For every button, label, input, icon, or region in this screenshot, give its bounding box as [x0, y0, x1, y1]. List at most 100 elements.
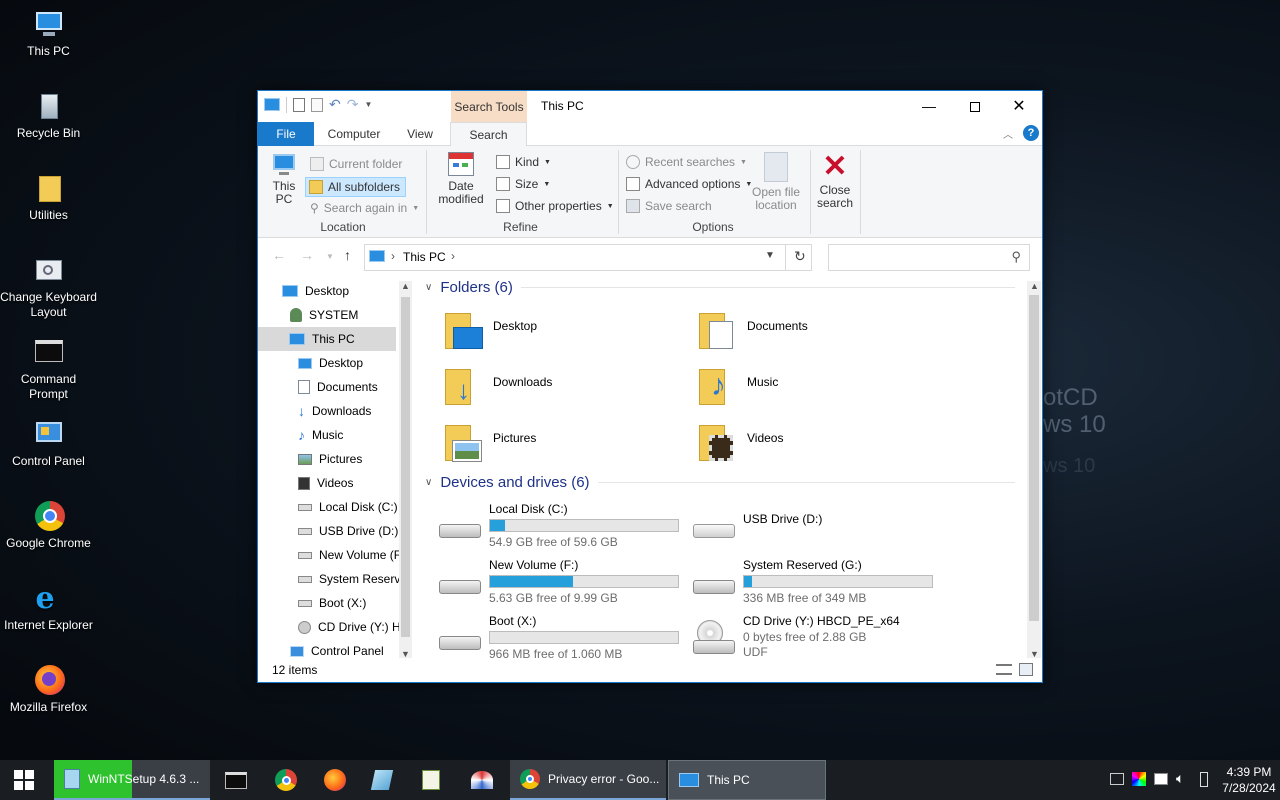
tab-search[interactable]: Search [450, 122, 527, 147]
maximize-button[interactable] [952, 91, 998, 121]
folder-videos[interactable]: Videos [697, 423, 783, 463]
folder-music[interactable]: ♪ Music [697, 367, 778, 407]
usb-tray-icon[interactable] [1200, 772, 1208, 787]
search-again-in-button[interactable]: ⚲ Search again in ▼ [310, 198, 419, 218]
minimize-button[interactable]: — [906, 91, 952, 121]
drive-cd-y[interactable]: CD Drive (Y:) HBCD_PE_x64 0 bytes free o… [691, 614, 941, 659]
nav-scrollbar[interactable]: ▲ ▼ [399, 281, 412, 659]
forward-icon[interactable]: → [300, 247, 314, 263]
save-search-button[interactable]: Save search [626, 196, 712, 216]
taskbar-button-winntsetup[interactable]: WinNTSetup 4.6.3 ... [54, 760, 210, 800]
tab-computer[interactable]: Computer [318, 122, 390, 146]
kind-button[interactable]: Kind ▼ [496, 152, 551, 172]
title-bar[interactable]: ↶ ↷ ▼ Search Tools This PC — ✕ [258, 91, 1042, 122]
desktop-icon-google-chrome[interactable]: Google Chrome [0, 500, 97, 551]
nav-item-videos[interactable]: Videos [298, 471, 353, 495]
taskbar-button-notepad[interactable] [411, 760, 455, 800]
undo-icon[interactable]: ↶ [329, 96, 341, 113]
folder-desktop[interactable]: Desktop [443, 311, 537, 351]
advanced-options-button[interactable]: Advanced options ▼ [626, 174, 752, 194]
nav-item-desktop[interactable]: Desktop [282, 281, 349, 303]
start-button[interactable] [0, 760, 48, 800]
nav-item-pictures[interactable]: Pictures [298, 447, 362, 471]
nav-item-this-pc[interactable]: This PC [258, 327, 396, 351]
scroll-up-icon[interactable]: ▲ [401, 281, 410, 291]
customize-toolbar-icon[interactable]: ▼ [364, 100, 372, 109]
nav-item-new-volume-f[interactable]: New Volume (F:) [298, 543, 399, 567]
nav-item-usb-drive-d[interactable]: USB Drive (D:) [298, 519, 398, 543]
back-icon[interactable]: ← [272, 247, 286, 263]
taskbar-button-cmd[interactable] [214, 760, 258, 800]
drive-boot-x[interactable]: Boot (X:) 966 MB free of 1.060 MB [437, 614, 687, 659]
recent-locations-icon[interactable]: ▼ [326, 252, 334, 261]
breadcrumb-chevron-icon[interactable]: › [451, 249, 455, 263]
help-icon[interactable]: ? [1023, 125, 1039, 141]
drive-new-volume-f[interactable]: New Volume (F:) 5.63 GB free of 9.99 GB [437, 558, 687, 608]
content-pane[interactable]: ∨ Folders (6) Desktop Documents ↓ Downlo… [421, 281, 1021, 659]
desktop-icon-mozilla-firefox[interactable]: Mozilla Firefox [0, 664, 97, 715]
search-input[interactable]: ⚲ [828, 244, 1030, 271]
address-bar[interactable]: › This PC › ▼ ↻ [364, 244, 812, 271]
new-folder-icon[interactable] [311, 97, 323, 112]
desktop-icon-command-prompt[interactable]: Command Prompt [0, 336, 97, 402]
details-view-icon[interactable] [996, 664, 1012, 675]
folders-section-header[interactable]: ∨ Folders (6) [425, 281, 1015, 296]
address-dropdown-icon[interactable]: ▼ [765, 250, 775, 261]
content-scrollbar-thumb[interactable] [1029, 295, 1039, 621]
nav-item-documents[interactable]: Documents [298, 375, 378, 399]
nav-item-boot-x[interactable]: Boot (X:) [298, 591, 366, 615]
drive-local-disk-c[interactable]: Local Disk (C:) 54.9 GB free of 59.6 GB [437, 502, 687, 552]
taskbar-button-firefox[interactable] [313, 760, 357, 800]
desktop-icon-control-panel[interactable]: Control Panel [0, 418, 97, 469]
current-folder-button[interactable]: Current folder [310, 154, 402, 174]
nav-item-system[interactable]: SYSTEM [290, 303, 358, 327]
folder-pictures[interactable]: Pictures [443, 423, 536, 463]
size-button[interactable]: Size ▼ [496, 174, 550, 194]
clock[interactable]: 4:39 PM 7/28/2024 [1222, 764, 1276, 796]
this-pc-button[interactable]: This PC [268, 152, 300, 206]
up-icon[interactable]: ↑ [344, 247, 351, 263]
desktop-icon-recycle-bin[interactable]: Recycle Bin [0, 90, 97, 141]
nav-item-music[interactable]: ♪ Music [298, 423, 343, 447]
drives-section-header[interactable]: ∨ Devices and drives (6) [425, 474, 1015, 491]
nav-item-desktop-sub[interactable]: Desktop [298, 351, 363, 375]
tab-file[interactable]: File [258, 122, 314, 146]
nav-item-local-disk-c[interactable]: Local Disk (C:) [298, 495, 398, 519]
scroll-up-icon[interactable]: ▲ [1030, 281, 1039, 291]
taskbar-button-tool[interactable] [362, 760, 406, 800]
content-scrollbar[interactable]: ▲ ▼ [1027, 281, 1041, 659]
desktop-icon-this-pc[interactable]: This PC [0, 8, 97, 59]
open-file-location-button[interactable]: Open file location [748, 152, 804, 212]
recent-searches-button[interactable]: Recent searches ▼ [626, 152, 747, 172]
large-icons-view-icon[interactable] [1019, 663, 1033, 676]
close-button[interactable]: ✕ [996, 91, 1042, 121]
explorer-window[interactable]: ↶ ↷ ▼ Search Tools This PC — ✕ File Comp… [257, 90, 1043, 683]
breadcrumb-this-pc[interactable]: This PC [403, 250, 446, 264]
refresh-icon[interactable]: ↻ [794, 248, 806, 265]
navigation-pane[interactable]: Desktop SYSTEM This PC Desktop Documents… [258, 281, 399, 659]
minimize-ribbon-icon[interactable]: ︿ [1003, 126, 1013, 141]
desktop-icon-utilities[interactable]: Utilities [0, 172, 97, 223]
taskbar-button-network[interactable] [460, 760, 504, 800]
color-tray-icon[interactable] [1132, 772, 1146, 786]
desktop-icon-internet-explorer[interactable]: e Internet Explorer [0, 582, 97, 633]
drive-usb-d[interactable]: USB Drive (D:) [691, 502, 941, 552]
taskbar-button-privacy-error[interactable]: Privacy error - Goo... [510, 760, 666, 800]
taskbar-button-chrome[interactable] [264, 760, 308, 800]
nav-scrollbar-thumb[interactable] [401, 297, 410, 637]
date-modified-button[interactable]: Date modified [432, 152, 490, 206]
drive-system-reserved-g[interactable]: System Reserved (G:) 336 MB free of 349 … [691, 558, 941, 608]
folder-documents[interactable]: Documents [697, 311, 808, 351]
properties-icon[interactable] [293, 97, 305, 112]
tab-view[interactable]: View [394, 122, 446, 146]
redo-icon[interactable]: ↷ [347, 96, 359, 113]
display-tray-icon[interactable] [1154, 773, 1168, 785]
taskbar-button-this-pc[interactable]: This PC [668, 760, 826, 800]
desktop-icon-change-keyboard-layout[interactable]: Change Keyboard Layout [0, 254, 97, 320]
nav-item-downloads[interactable]: ↓ Downloads [298, 399, 371, 423]
nav-item-system-reserved-g[interactable]: System Reserved (G:) [298, 567, 399, 591]
network-tray-icon[interactable] [1110, 773, 1124, 785]
other-properties-button[interactable]: Other properties ▼ [496, 196, 614, 216]
nav-item-cd-drive-y[interactable]: CD Drive (Y:) HBCD_PE_x64 [298, 615, 399, 639]
volume-muted-icon[interactable]: 🔈︎ [1176, 770, 1184, 787]
